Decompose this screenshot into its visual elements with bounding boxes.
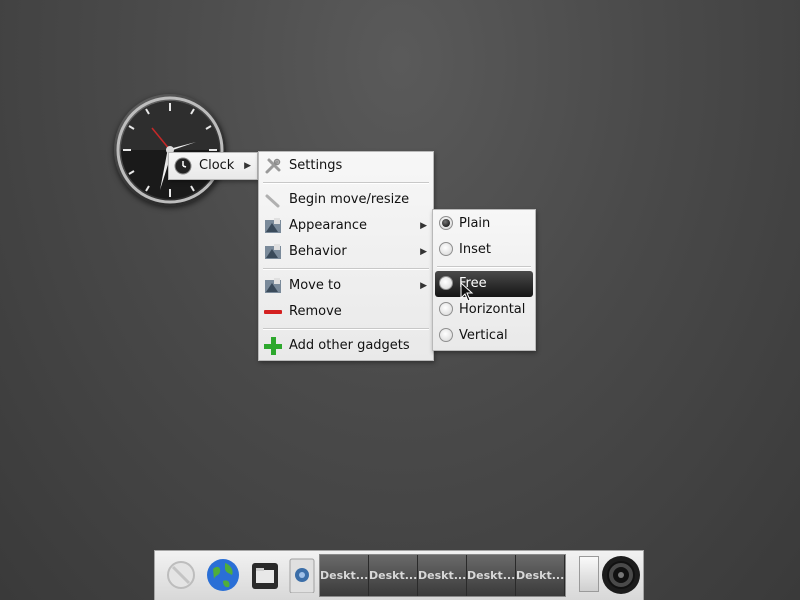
plain-label: Plain: [459, 216, 491, 231]
menu-item-vertical[interactable]: Vertical: [433, 323, 535, 349]
add-gadgets-label: Add other gadgets: [289, 338, 410, 353]
settings-label: Settings: [289, 158, 343, 173]
appearance-label: Appearance: [289, 218, 368, 233]
clock-menu-item[interactable]: Clock ▶: [169, 153, 257, 179]
clock-context-menu: Clock ▶: [168, 152, 258, 180]
tools-icon: [265, 158, 281, 174]
remove-label: Remove: [289, 304, 342, 319]
menu-item-inset[interactable]: Inset: [433, 237, 535, 263]
radio-checked-icon: [439, 216, 453, 230]
radio-icon: [439, 276, 453, 290]
globe-icon[interactable]: [205, 557, 241, 593]
menu-item-behavior[interactable]: Behavior ▶: [259, 239, 433, 265]
gadget-menu: Settings Begin move/resize Appearance ▶ …: [258, 151, 434, 361]
clock-face-icon: [116, 96, 224, 204]
radio-icon: [439, 302, 453, 316]
behavior-icon: [265, 244, 281, 259]
menu-separator: [263, 182, 429, 184]
menu-item-appearance[interactable]: Appearance ▶: [259, 213, 433, 239]
clock-gadget[interactable]: [114, 94, 226, 206]
gadget-icon[interactable]: [289, 557, 315, 593]
desktop-button[interactable]: Deskt...: [418, 555, 467, 596]
add-icon: [264, 337, 282, 355]
desktop-button[interactable]: Deskt...: [516, 555, 565, 596]
move-to-label: Move to: [289, 278, 342, 293]
chevron-right-icon: ▶: [420, 221, 427, 231]
inset-label: Inset: [459, 242, 491, 257]
radio-icon: [439, 242, 453, 256]
file-manager-icon[interactable]: [247, 557, 283, 593]
menu-separator: [263, 328, 429, 330]
move-to-icon: [265, 278, 281, 293]
menu-item-horizontal[interactable]: Horizontal: [433, 297, 535, 323]
start-icon[interactable]: [163, 557, 199, 593]
shelf: Deskt... Deskt... Deskt... Deskt... Desk…: [154, 550, 644, 600]
radio-icon: [439, 328, 453, 342]
desktop-button[interactable]: Deskt...: [369, 555, 418, 596]
screensaver-icon[interactable]: [601, 555, 641, 595]
chevron-right-icon: ▶: [420, 247, 427, 257]
appearance-icon: [265, 218, 281, 233]
vertical-label: Vertical: [459, 328, 508, 343]
behavior-label: Behavior: [289, 244, 347, 259]
desktop-pager: Deskt... Deskt... Deskt... Deskt... Desk…: [319, 554, 566, 597]
move-resize-icon: [265, 194, 280, 208]
remove-icon: [264, 310, 282, 314]
menu-item-settings[interactable]: Settings: [259, 153, 433, 179]
chevron-right-icon: ▶: [420, 281, 427, 291]
menu-item-plain[interactable]: Plain: [433, 211, 535, 237]
menu-item-begin-move[interactable]: Begin move/resize: [259, 187, 433, 213]
begin-move-label: Begin move/resize: [289, 192, 410, 207]
clock-icon: [174, 157, 192, 175]
horizontal-label: Horizontal: [459, 302, 526, 317]
clock-menu-label: Clock: [199, 158, 235, 173]
menu-separator: [437, 266, 531, 268]
pager-button[interactable]: [579, 556, 599, 592]
menu-separator: [263, 268, 429, 270]
chevron-right-icon: ▶: [244, 161, 251, 171]
desktop-button[interactable]: Deskt...: [467, 555, 516, 596]
appearance-submenu: Plain Inset Free Horizontal Vertical: [432, 209, 536, 351]
desktop-button[interactable]: Deskt...: [320, 555, 369, 596]
menu-item-remove[interactable]: Remove: [259, 299, 433, 325]
menu-item-move-to[interactable]: Move to ▶: [259, 273, 433, 299]
menu-item-add-gadgets[interactable]: Add other gadgets: [259, 333, 433, 359]
mouse-cursor-icon: [460, 282, 474, 302]
menu-item-free[interactable]: Free: [435, 271, 533, 297]
